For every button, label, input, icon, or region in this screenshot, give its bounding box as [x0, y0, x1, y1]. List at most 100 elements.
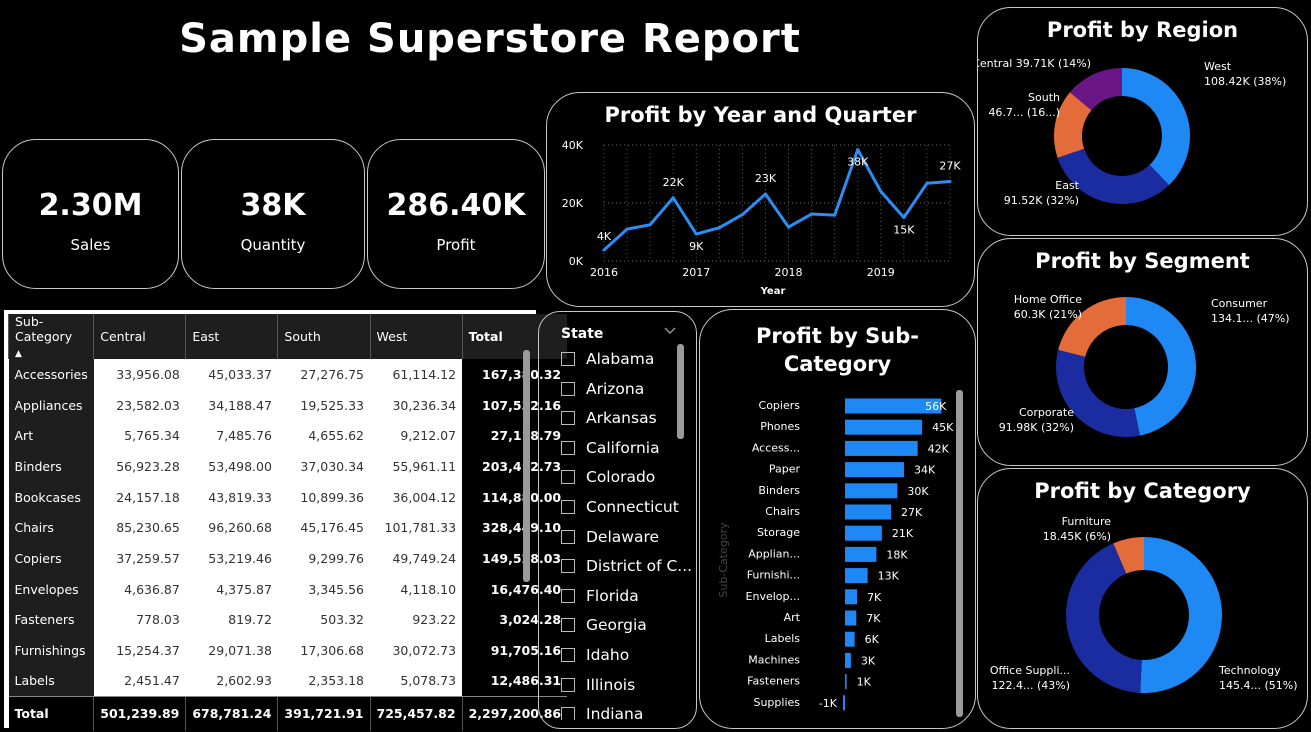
- report-title: Sample Superstore Report: [179, 16, 801, 62]
- slicer-scrollbar[interactable]: [677, 344, 684, 439]
- total-cell: 501,239.89: [93, 696, 186, 731]
- matrix-scrollbar[interactable]: [523, 350, 530, 582]
- value-cell: 29,071.38: [185, 635, 278, 666]
- slicer-item[interactable]: California: [561, 436, 660, 460]
- checkbox-icon[interactable]: [561, 618, 575, 633]
- value-cell: 24,157.18: [93, 481, 186, 513]
- header-west[interactable]: West: [369, 314, 463, 359]
- slicer-item[interactable]: Florida: [561, 584, 639, 608]
- data-point: [740, 213, 744, 217]
- profit-by-year-card[interactable]: Profit by Year and Quarter 0K 20K 40K 2016 2…: [546, 92, 975, 307]
- table-row[interactable]: Furnishings 15,254.37 29,071.38 17,306.68 30…: [8, 635, 568, 666]
- y-tick-label: 40K: [562, 139, 584, 152]
- checkbox-icon[interactable]: [561, 529, 575, 544]
- slicer-item[interactable]: Arkansas: [561, 406, 657, 430]
- state-slicer[interactable]: State Alabama Arizona Arkansas California Co…: [538, 311, 697, 729]
- bar-scrollbar[interactable]: [956, 390, 963, 717]
- slicer-item[interactable]: Delaware: [561, 525, 659, 549]
- profit-by-subcategory-card[interactable]: Profit by Sub-Category Sub-Category Copie…: [699, 309, 976, 729]
- slice-label: South: [1028, 91, 1060, 104]
- value-cell: 30,072.73: [370, 635, 463, 666]
- table-row[interactable]: Binders 56,923.28 53,498.00 37,030.34 55,961…: [8, 451, 568, 482]
- line-chart[interactable]: 0K 20K 40K 2016 2017 2018 2019 Year 4K 22K 9K 23K 38…: [547, 93, 976, 308]
- slicer-item[interactable]: Georgia: [561, 613, 647, 637]
- header-sub-category[interactable]: Sub-Category ▲: [7, 314, 94, 359]
- table-row[interactable]: Labels 2,451.47 2,602.93 2,353.18 5,078.73 12…: [8, 665, 568, 697]
- checkbox-icon[interactable]: [561, 559, 575, 574]
- checkbox-icon[interactable]: [561, 470, 575, 485]
- value-cell: 37,030.34: [277, 451, 370, 482]
- slicer-item[interactable]: Idaho: [561, 643, 629, 667]
- header-east[interactable]: East: [185, 314, 278, 359]
- row-label: Binders: [8, 451, 94, 482]
- table-row[interactable]: Art5,765.347,485.764,655.629,212.0727,11…: [8, 420, 568, 452]
- table-row[interactable]: Accessories 33,956.08 45,033.37 27,276.75 61…: [8, 359, 568, 390]
- table-row[interactable]: Copiers 37,259.57 53,219.46 9,299.76 49,749.…: [8, 543, 568, 574]
- checkbox-icon[interactable]: [561, 677, 575, 692]
- kpi-card-quantity[interactable]: 38K Quantity: [181, 139, 365, 289]
- data-point: [810, 212, 814, 216]
- slicer-item[interactable]: District of C...: [561, 554, 692, 578]
- data-label: 7K: [866, 612, 881, 625]
- category-label: Envelop...: [746, 590, 800, 603]
- table-row[interactable]: Bookcases 24,157.18 43,819.33 10,899.36 36,0…: [8, 481, 568, 513]
- checkbox-icon[interactable]: [561, 588, 575, 603]
- row-label: Envelopes: [8, 573, 94, 605]
- value-cell: 30,236.34: [370, 389, 463, 421]
- value-cell: 10,899.36: [277, 481, 370, 513]
- bar: [845, 462, 904, 478]
- category-label: Furnishi...: [747, 569, 800, 582]
- x-tick-label: 2016: [590, 266, 618, 279]
- y-axis-label: Sub-Category: [717, 522, 730, 598]
- checkbox-icon[interactable]: [561, 648, 575, 662]
- slicer-item[interactable]: Colorado: [561, 465, 655, 489]
- data-point: [625, 227, 629, 231]
- checkbox-icon[interactable]: [561, 707, 575, 720]
- slicer-item[interactable]: Indiana: [561, 702, 643, 720]
- bar-chart[interactable]: Sub-Category Copiers 56K Phones 45K Access...…: [700, 310, 977, 730]
- header-south[interactable]: South: [277, 314, 370, 359]
- row-label: Accessories: [8, 359, 94, 390]
- segment-donut[interactable]: Consumer 134.1... (47%) Corporate 91.98K (3…: [978, 239, 1309, 467]
- profit-by-segment-card[interactable]: Profit by Segment Consumer 134.1... (47%)…: [977, 238, 1308, 466]
- matrix-visual[interactable]: Sub-Category ▲ Central East South West To…: [4, 310, 568, 731]
- data-point: [787, 225, 791, 229]
- value-cell: 55,961.11: [370, 451, 463, 482]
- data-point: [763, 192, 767, 196]
- kpi-card-sales[interactable]: 2.30M Sales: [2, 139, 179, 289]
- region-donut[interactable]: West 108.42K (38%) East 91.52K (32%) South 46…: [978, 8, 1309, 237]
- slicer-item[interactable]: Connecticut: [561, 495, 679, 519]
- header-central[interactable]: Central: [93, 314, 186, 359]
- checkbox-icon[interactable]: [561, 381, 575, 396]
- checkbox-icon[interactable]: [561, 500, 575, 514]
- category-label: Labels: [765, 632, 801, 645]
- x-tick-label: 2019: [867, 266, 895, 279]
- checkbox-icon[interactable]: [561, 440, 575, 455]
- kpi-card-profit[interactable]: 286.40K Profit: [367, 139, 545, 289]
- profit-by-region-card[interactable]: Profit by Region West 108.42K (38%) East 91…: [977, 7, 1308, 236]
- value-cell: 15,254.37: [93, 635, 186, 666]
- slice-label: Consumer: [1211, 297, 1268, 310]
- category-donut[interactable]: Technology 145.4... (51%) Office Suppli...…: [978, 469, 1309, 730]
- slice-value-label: 122.4... (43%): [991, 679, 1070, 692]
- slicer-item[interactable]: Alabama: [561, 347, 654, 371]
- slicer-item[interactable]: Arizona: [561, 377, 644, 401]
- table-row[interactable]: Envelopes 4,636.87 4,375.87 3,345.56 4,118.1…: [8, 573, 568, 605]
- checkbox-icon[interactable]: [561, 411, 575, 426]
- table-row[interactable]: Appliances 23,582.03 34,188.47 19,525.33 30,…: [8, 389, 568, 421]
- table-row[interactable]: Fasteners 778.03 819.72 503.32 923.22 3,024.2…: [8, 604, 568, 636]
- slice-label: Furniture: [1062, 515, 1112, 528]
- x-tick-label: 2018: [775, 266, 803, 279]
- slice-value-label: 145.4... (51%): [1219, 679, 1298, 692]
- slice-label: West: [1204, 60, 1232, 73]
- value-cell: 503.32: [277, 604, 370, 636]
- slicer-item[interactable]: Illinois: [561, 673, 635, 697]
- donut-slice: [1126, 297, 1196, 436]
- row-label: Copiers: [8, 543, 94, 574]
- table-row[interactable]: Chairs 85,230.65 96,260.68 45,176.45 101,781…: [8, 512, 568, 544]
- row-label: Bookcases: [8, 481, 94, 513]
- profit-by-category-card[interactable]: Profit by Category Technology 145.4... (5…: [977, 468, 1308, 729]
- value-cell: 778.03: [93, 604, 186, 636]
- checkbox-icon[interactable]: [561, 352, 575, 366]
- slice-label: Office Suppli...: [990, 664, 1070, 677]
